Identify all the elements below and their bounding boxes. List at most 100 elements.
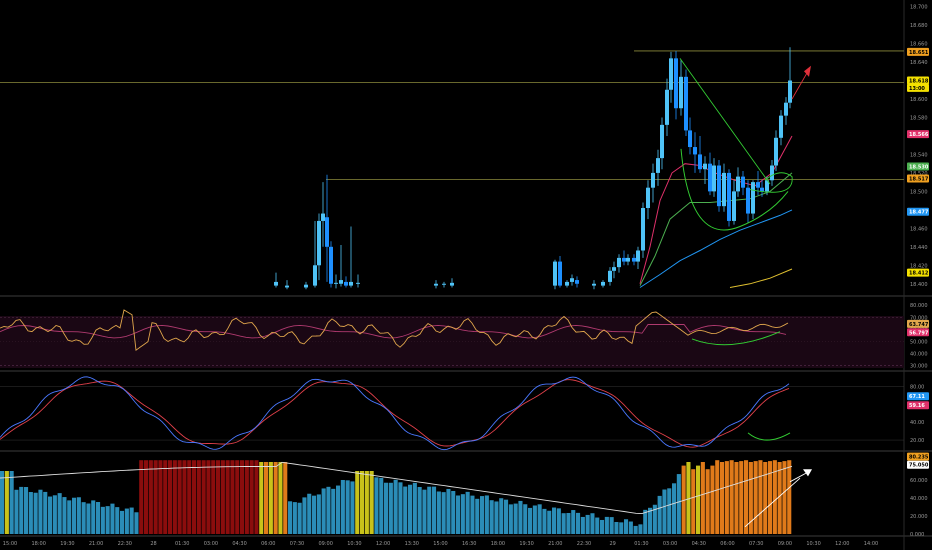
candle-body <box>674 58 678 109</box>
volume-bar <box>259 462 264 534</box>
volume-bar <box>398 482 403 534</box>
candle-body <box>641 208 645 251</box>
candle-body <box>722 172 726 207</box>
volume-bar <box>758 460 763 534</box>
volume-bar <box>624 519 629 534</box>
volume-bar <box>384 482 389 534</box>
volume-bar <box>494 501 499 534</box>
candle-body <box>770 165 774 181</box>
volume-bar <box>168 460 173 534</box>
price-badge-label: 18.517 <box>909 176 929 182</box>
candle-body <box>751 182 755 214</box>
axis-tick-label: 18.540 <box>910 152 928 158</box>
volume-bar <box>436 491 441 534</box>
volume-bar <box>38 489 43 534</box>
volume-bar <box>604 516 609 534</box>
volume-bar <box>734 462 739 534</box>
candle-body <box>349 281 353 286</box>
volume-bar <box>120 510 125 534</box>
axis-tick-label: 20.000 <box>910 514 928 520</box>
time-tick-label: 21:00 <box>548 541 562 547</box>
volume-bar <box>187 460 192 534</box>
volume-bar <box>240 460 245 534</box>
volume-bar <box>230 460 235 534</box>
candle-body <box>727 172 731 221</box>
volume-bar <box>441 492 446 534</box>
volume-bar <box>489 500 494 534</box>
candle-body <box>693 147 697 155</box>
volume-bar <box>249 460 254 534</box>
trading-chart[interactable]: 18.70018.68018.66018.64018.62018.60018.5… <box>0 0 932 550</box>
volume-bar <box>350 481 355 534</box>
candle-body <box>285 285 289 288</box>
price-badge-label: 18.477 <box>909 210 929 216</box>
price-candle <box>751 180 755 220</box>
candle-body <box>665 89 669 125</box>
price-candle <box>641 202 645 258</box>
volume-bar <box>595 517 600 534</box>
volume-bar <box>600 519 605 534</box>
time-tick-label: 15:00 <box>433 541 447 547</box>
price-badge-label: 67.11 <box>909 394 925 400</box>
time-tick-label: 14:00 <box>864 541 878 547</box>
volume-bar <box>360 471 365 534</box>
candle-body <box>592 283 596 286</box>
time-tick-label: 21:00 <box>89 541 103 547</box>
price-candle <box>553 259 557 290</box>
volume-bar <box>158 460 163 534</box>
volume-bar <box>403 486 408 534</box>
volume-bar <box>192 460 197 534</box>
candle-body <box>679 76 683 109</box>
axis-tick-label: 20.00 <box>910 438 924 444</box>
volume-bar <box>504 499 509 534</box>
candle-body <box>626 257 630 262</box>
axis-tick-label: 18.680 <box>910 23 928 29</box>
time-tick-label: 13:30 <box>405 541 419 547</box>
candle-body <box>632 257 636 262</box>
volume-bar <box>124 508 129 534</box>
volume-bar <box>201 460 206 534</box>
volume-bar <box>182 460 187 534</box>
axis-tick-label: 18.400 <box>910 282 928 288</box>
candle-body <box>779 115 783 138</box>
volume-bar <box>24 487 29 534</box>
candle-body <box>708 163 712 192</box>
volume-bar <box>96 502 101 534</box>
volume-bar <box>105 506 110 534</box>
volume-bar <box>331 488 336 534</box>
axis-tick-label: 18.600 <box>910 97 928 103</box>
time-tick-label: 06:00 <box>720 541 734 547</box>
volume-bar <box>576 512 581 534</box>
volume-bar <box>691 469 696 534</box>
volume-bar <box>43 491 48 534</box>
candle-body <box>717 165 721 207</box>
volume-bar <box>739 461 744 534</box>
time-tick-label: 18:00 <box>31 541 45 547</box>
candle-body <box>304 284 308 288</box>
price-badge-label: 18.618 <box>909 79 929 85</box>
volume-bar <box>619 522 624 534</box>
axis-tick-label: 18.700 <box>910 5 928 11</box>
time-tick-label: 04:30 <box>692 541 706 547</box>
rsi-overbought-oversold-band <box>0 316 904 368</box>
candle-body <box>558 261 562 286</box>
volume-bar <box>288 501 293 534</box>
axis-tick-label: 18.420 <box>910 263 928 269</box>
volume-bar <box>566 512 571 534</box>
volume-bar <box>710 465 715 534</box>
volume-bar <box>542 508 547 534</box>
volume-bar <box>417 486 422 534</box>
price-badge-label: 18.566 <box>909 132 929 138</box>
time-tick-label: 07:30 <box>749 541 763 547</box>
price-badge-label: 59.16 <box>909 403 925 409</box>
axis-tick-label: 18.640 <box>910 60 928 66</box>
volume-bar <box>456 495 461 534</box>
volume-bar <box>340 479 345 534</box>
volume-bar <box>28 492 33 534</box>
volume-bar <box>307 493 312 534</box>
volume-bar <box>163 460 168 534</box>
axis-tick-label: 18.500 <box>910 189 928 195</box>
volume-bar <box>216 460 221 534</box>
volume-bar <box>787 460 792 534</box>
price-badge-label: 56.797 <box>909 330 929 336</box>
